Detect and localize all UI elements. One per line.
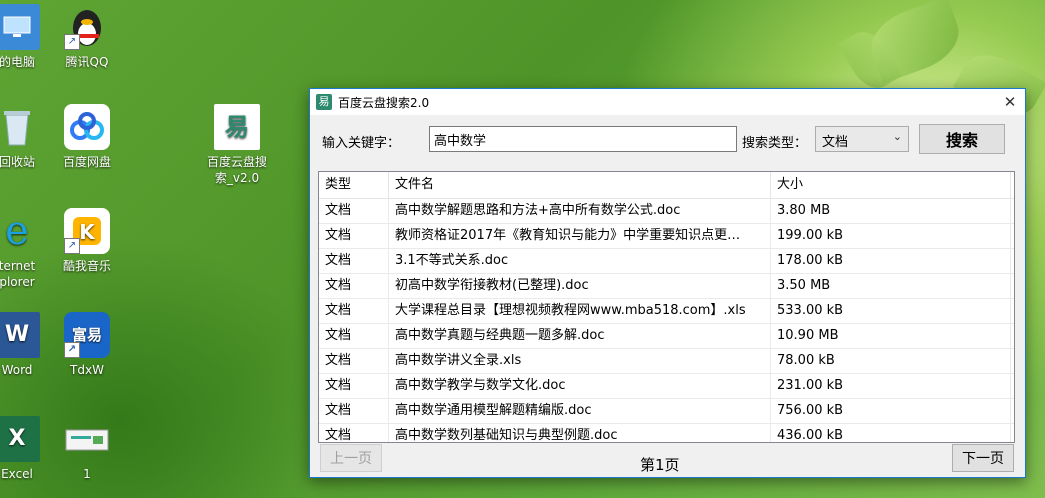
keyword-input[interactable] — [429, 126, 737, 152]
shortcut-arrow-icon: ↗ — [64, 238, 80, 254]
table-row[interactable]: 文档 高中数学数列基础知识与典型例题.doc 436.00 kB — [319, 424, 1014, 442]
desktop-icon-label: 百度网盘 — [62, 155, 111, 169]
row-filename: 初高中数学衔接教材(已整理).doc — [389, 274, 771, 298]
shortcut-arrow-icon: ↗ — [64, 34, 80, 50]
table-row[interactable]: 文档 高中数学解题思路和方法+高中所有数学公式.doc 3.80 MB — [319, 199, 1014, 224]
row-size: 756.00 kB — [771, 399, 1011, 423]
row-type: 文档 — [319, 424, 389, 442]
chevron-down-icon: ⌄ — [892, 130, 902, 143]
row-filename: 高中数学真题与经典题一题多解.doc — [389, 324, 771, 348]
row-filename: 高中数学通用模型解题精编版.doc — [389, 399, 771, 423]
desktop-icon-label: TdxW — [70, 363, 104, 377]
table-row[interactable]: 文档 高中数学教学与数学文化.doc 231.00 kB — [319, 374, 1014, 399]
row-filename: 高中数学数列基础知识与典型例题.doc — [389, 424, 771, 442]
row-size: 178.00 kB — [771, 249, 1011, 273]
results-header: 类型 文件名 大小 — [319, 172, 1014, 199]
row-size: 199.00 kB — [771, 224, 1011, 248]
word-icon: W — [0, 312, 40, 358]
row-type: 文档 — [319, 399, 389, 423]
row-type: 文档 — [319, 349, 389, 373]
row-type: 文档 — [319, 249, 389, 273]
qq-penguin-icon: ↗ — [64, 4, 110, 50]
image-file-icon — [64, 416, 110, 462]
excel-icon: X — [0, 416, 40, 462]
table-row[interactable]: 文档 高中数学通用模型解题精编版.doc 756.00 kB — [319, 399, 1014, 424]
kuwo-music-icon: K ↗ — [64, 208, 110, 254]
search-type-value: 文档 — [822, 135, 849, 150]
desktop-icon-qq[interactable]: ↗ 腾讯QQ — [48, 4, 126, 70]
close-button[interactable]: ✕ — [995, 89, 1025, 115]
row-size: 436.00 kB — [771, 424, 1011, 442]
next-page-button[interactable]: 下一页 — [952, 444, 1014, 472]
search-bar: 输入关键字： 搜索类型： 文档 ⌄ 搜索 — [310, 124, 1025, 155]
desktop-icon-label: 百度云盘搜 索_v2.0 — [206, 155, 267, 185]
row-filename: 高中数学解题思路和方法+高中所有数学公式.doc — [389, 199, 771, 223]
row-type: 文档 — [319, 374, 389, 398]
row-size: 3.50 MB — [771, 274, 1011, 298]
results-list[interactable]: 类型 文件名 大小 文档 高中数学解题思路和方法+高中所有数学公式.doc 3.80… — [318, 171, 1015, 443]
row-filename: 大学课程总目录【理想视频教程网www.mba518.com】.xls — [389, 299, 771, 323]
row-type: 文档 — [319, 199, 389, 223]
column-header-filename[interactable]: 文件名 — [389, 172, 771, 198]
desktop-icon-kuwo[interactable]: K ↗ 酷我音乐 — [48, 208, 126, 274]
desktop-icon-baidu-netdisk[interactable]: 百度网盘 — [48, 104, 126, 170]
search-type-label: 搜索类型： — [742, 136, 808, 151]
row-size: 3.80 MB — [771, 199, 1011, 223]
window-title: 百度云盘搜索2.0 — [338, 95, 430, 110]
column-header-size[interactable]: 大小 — [771, 172, 1011, 198]
row-filename: 高中数学讲义全录.xls — [389, 349, 771, 373]
svg-text:K: K — [79, 220, 96, 244]
internet-explorer-icon: e — [5, 208, 29, 254]
desktop-icon-label: 腾讯QQ — [65, 55, 109, 69]
computer-icon — [0, 4, 40, 50]
search-app-window: 易 百度云盘搜索2.0 ✕ 输入关键字： 搜索类型： 文档 ⌄ 搜索 类型 文件… — [309, 88, 1026, 478]
title-bar[interactable]: 易 百度云盘搜索2.0 ✕ — [310, 89, 1025, 115]
search-button[interactable]: 搜索 — [919, 124, 1005, 154]
table-row[interactable]: 文档 高中数学真题与经典题一题多解.doc 10.90 MB — [319, 324, 1014, 349]
table-row[interactable]: 文档 初高中数学衔接教材(已整理).doc 3.50 MB — [319, 274, 1014, 299]
row-size: 10.90 MB — [771, 324, 1011, 348]
desktop-icon-shortcut-1[interactable]: 1 — [48, 416, 126, 482]
row-size: 78.00 kB — [771, 349, 1011, 373]
row-type: 文档 — [319, 274, 389, 298]
row-size: 231.00 kB — [771, 374, 1011, 398]
prev-page-button[interactable]: 上一页 — [320, 444, 382, 472]
row-size: 533.00 kB — [771, 299, 1011, 323]
app-logo-icon: 易 — [316, 94, 332, 110]
row-type: 文档 — [319, 299, 389, 323]
row-filename: 高中数学教学与数学文化.doc — [389, 374, 771, 398]
table-row[interactable]: 文档 大学课程总目录【理想视频教程网www.mba518.com】.xls 533.… — [319, 299, 1014, 324]
desktop-icon-label: 1 — [83, 467, 91, 481]
desktop-icon-label: 酷我音乐 — [62, 259, 111, 273]
shortcut-arrow-icon: ↗ — [64, 342, 80, 358]
table-row[interactable]: 文档 教师资格证2017年《教育知识与能力》中学重要知识点更… 199.00 kB — [319, 224, 1014, 249]
pagination-bar: 上一页 第1页 下一页 — [310, 444, 1025, 476]
page-number-label: 第1页 — [640, 456, 680, 474]
row-type: 文档 — [319, 224, 389, 248]
desktop-icon-tdxw[interactable]: 富易 ↗ TdxW — [48, 312, 126, 378]
tdxw-app-icon: 富易 ↗ — [64, 312, 110, 358]
app-logo-icon: 易 — [214, 104, 260, 150]
table-row[interactable]: 文档 高中数学讲义全录.xls 78.00 kB — [319, 349, 1014, 374]
row-filename: 教师资格证2017年《教育知识与能力》中学重要知识点更… — [389, 224, 771, 248]
table-row[interactable]: 文档 3.1不等式关系.doc 178.00 kB — [319, 249, 1014, 274]
row-filename: 3.1不等式关系.doc — [389, 249, 771, 273]
keyword-label: 输入关键字： — [322, 136, 401, 151]
search-type-select[interactable]: 文档 ⌄ — [815, 126, 909, 152]
recycle-bin-icon — [0, 104, 40, 150]
desktop-icon-baidu-search[interactable]: 易 百度云盘搜 索_v2.0 — [198, 104, 276, 186]
baidu-netdisk-icon — [64, 104, 110, 150]
row-type: 文档 — [319, 324, 389, 348]
column-header-type[interactable]: 类型 — [319, 172, 389, 198]
